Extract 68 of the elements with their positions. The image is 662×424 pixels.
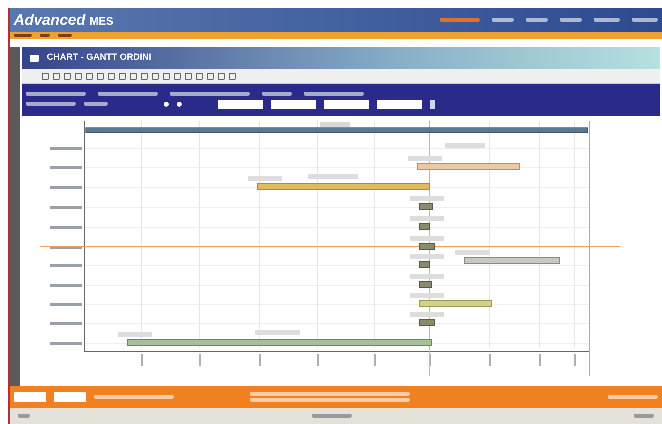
text-smudge <box>18 414 30 418</box>
panel-title: CHART - GANTT ORDINI <box>47 51 152 64</box>
text-smudge <box>632 18 658 22</box>
text-smudge <box>410 236 444 241</box>
text-smudge <box>410 216 444 221</box>
text-smudge <box>445 143 485 148</box>
text-smudge <box>50 226 82 229</box>
axis-tick <box>199 354 201 366</box>
axis-tick <box>141 354 143 366</box>
calendar-icon[interactable] <box>430 100 435 108</box>
text-smudge <box>608 395 658 399</box>
axis-tick <box>539 354 541 366</box>
logo-text: Advanced <box>14 12 86 28</box>
axis-tick <box>317 354 319 366</box>
text-smudge <box>320 122 350 127</box>
text-smudge <box>526 18 548 22</box>
input-field[interactable] <box>324 100 369 108</box>
text-smudge <box>312 414 352 418</box>
text-smudge <box>410 312 444 317</box>
text-smudge <box>50 206 82 209</box>
gantt-bar <box>420 262 430 268</box>
text-smudge <box>58 34 72 37</box>
input-field[interactable] <box>377 100 422 108</box>
text-smudge <box>634 414 654 418</box>
logo-subtext: MES <box>90 16 114 28</box>
brand-logo <box>14 392 46 402</box>
axis-tick <box>429 354 431 366</box>
radio-icon[interactable] <box>164 102 169 106</box>
text-smudge <box>50 246 82 249</box>
text-smudge <box>594 18 620 22</box>
text-smudge <box>304 92 364 96</box>
text-smudge <box>26 102 76 106</box>
text-smudge <box>50 342 82 345</box>
text-smudge <box>26 92 86 96</box>
text-smudge <box>440 18 480 22</box>
gantt-bar <box>420 244 436 250</box>
text-smudge <box>50 322 82 325</box>
gantt-bar <box>420 282 432 288</box>
text-smudge <box>84 102 108 106</box>
text-smudge <box>50 284 82 287</box>
gantt-bar <box>420 320 436 326</box>
axis-tick <box>489 354 491 366</box>
text-smudge <box>50 303 82 306</box>
input-field[interactable] <box>271 100 316 108</box>
text-smudge <box>492 18 514 22</box>
gantt-bar <box>420 204 434 210</box>
text-smudge <box>262 92 292 96</box>
input-field[interactable] <box>218 100 263 108</box>
brand-logo <box>54 392 86 402</box>
chart-icon <box>30 54 39 62</box>
radio-icon[interactable] <box>177 102 182 106</box>
text-smudge <box>50 166 82 169</box>
text-smudge <box>14 34 32 37</box>
text-smudge <box>50 147 82 150</box>
text-smudge <box>50 264 82 267</box>
axis-tick <box>259 354 261 366</box>
text-smudge <box>408 156 442 161</box>
text-smudge <box>410 254 444 259</box>
text-smudge <box>40 34 50 37</box>
text-smudge <box>410 196 444 201</box>
text-smudge <box>410 274 444 279</box>
text-smudge <box>98 92 158 96</box>
text-smudge <box>50 186 82 189</box>
text-smudge <box>560 18 582 22</box>
text-smudge <box>410 293 444 298</box>
axis-tick <box>374 354 376 366</box>
gantt-bar <box>420 224 430 230</box>
axis-tick <box>574 354 576 366</box>
